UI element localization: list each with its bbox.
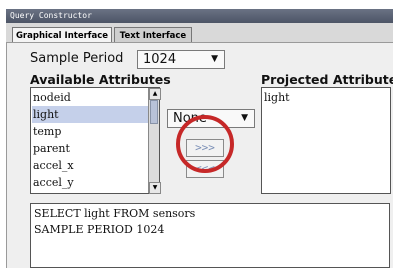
query-line-sample-period: SAMPLE PERIOD 1024	[34, 223, 165, 236]
sample-period-value: 1024	[143, 52, 177, 67]
available-attributes-list[interactable]: nodeid light temp parent accel_x accel_y…	[30, 87, 161, 194]
scroll-up-icon[interactable]: ▲	[149, 88, 161, 100]
list-item-light[interactable]: light	[263, 89, 390, 106]
scroll-down-icon[interactable]: ▼	[149, 182, 161, 194]
projected-attributes-heading: Projected Attributes	[261, 72, 393, 87]
sample-period-select[interactable]: 1024 ▼	[137, 50, 225, 69]
list-item-parent[interactable]: parent	[32, 140, 148, 157]
list-item-nodeid[interactable]: nodeid	[32, 89, 148, 106]
list-item-accel-y[interactable]: accel_y	[32, 174, 148, 191]
scrollbar-thumb[interactable]	[150, 100, 158, 124]
chevron-down-icon: ▼	[241, 113, 248, 123]
window-title-bar: Query Constructor	[6, 9, 393, 23]
highlight-circle	[176, 115, 234, 173]
chevron-down-icon: ▼	[211, 54, 218, 64]
window-title: Query Constructor	[10, 11, 92, 20]
list-item-accel-x[interactable]: accel_x	[32, 157, 148, 174]
projected-attributes-list[interactable]: light	[261, 87, 391, 194]
list-scrollbar[interactable]: ▲ ▼	[148, 88, 161, 194]
query-text-area[interactable]: SELECT light FROM sensors SAMPLE PERIOD …	[30, 203, 390, 268]
tab-graphical-interface[interactable]: Graphical Interface	[12, 27, 112, 43]
tab-text-interface[interactable]: Text Interface	[114, 27, 192, 43]
query-line-select: SELECT light FROM sensors	[34, 207, 196, 220]
list-item-temp[interactable]: temp	[32, 123, 148, 140]
available-attributes-heading: Available Attributes	[30, 72, 171, 87]
list-item-light[interactable]: light	[32, 106, 148, 123]
sample-period-label: Sample Period	[30, 51, 124, 66]
